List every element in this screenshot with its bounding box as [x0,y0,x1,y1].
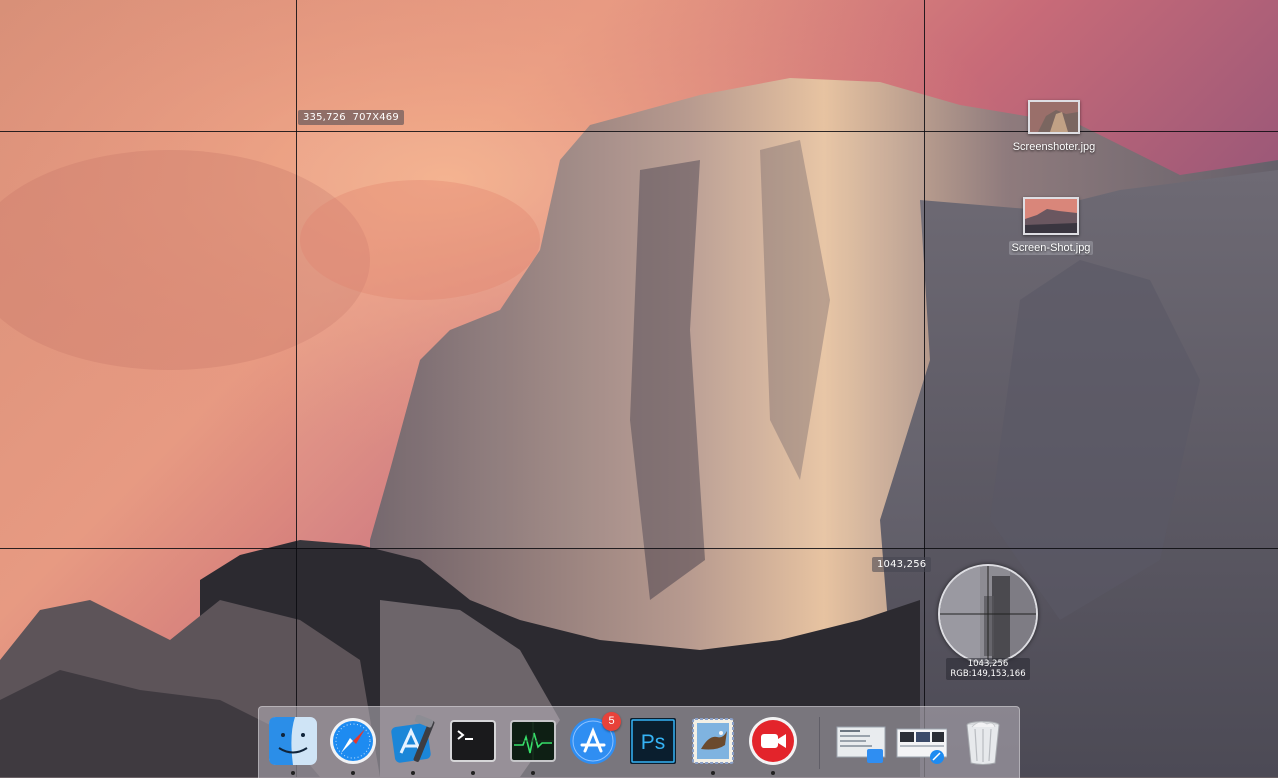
desktop-file-screen-shot[interactable]: Screen-Shot.jpg [1001,197,1101,256]
running-indicator [711,771,715,775]
selection-guide-right [924,0,925,777]
selection-size-label: 335,726 707X469 [298,110,404,125]
notification-badge: 5 [602,712,621,731]
xcode-icon [391,715,435,763]
trash-icon [966,721,1000,765]
desktop-file-label: Screenshoter.jpg [1012,141,1096,153]
dock-stack-downloads[interactable] [895,715,947,767]
running-indicator [471,771,475,775]
mail-icon [692,718,734,764]
record-icon [749,717,797,765]
selection-guide-bottom [0,548,1278,549]
safari-icon [330,718,376,764]
dock-app-xcode[interactable] [387,715,439,767]
cursor-coordinates-label: 1043,256 [872,557,932,572]
dock-app-mail[interactable] [687,715,739,767]
terminal-icon [450,720,496,762]
selection-guide-left [296,0,297,777]
dock-app-app-store[interactable]: 5 [567,712,621,767]
desktop-file-label: Screen-Shot.jpg [1008,241,1094,255]
magnifier-position: 1043,256 [967,659,1009,669]
dock-app-terminal[interactable] [447,715,499,767]
photoshop-icon-label: Ps [641,731,666,754]
capture-selection-area[interactable] [296,131,924,548]
documents-stack-icon [836,726,886,763]
magnifier-color-value: RGB:149,153,166 [950,669,1026,679]
running-indicator [291,771,295,775]
activity-monitor-icon [510,720,556,762]
dock-stack-documents[interactable] [835,715,887,767]
magnifier-loupe [938,564,1038,664]
magnified-pixels [940,566,1036,662]
desktop-file-screenshoter[interactable]: Screenshoter.jpg [1004,100,1104,155]
finder-icon [269,717,317,765]
dock-trash[interactable] [957,715,1009,767]
running-indicator [351,771,355,775]
dock-app-safari[interactable] [327,715,379,767]
magnifier-readout: 1043,256 RGB:149,153,166 [946,658,1030,680]
image-file-icon [1028,100,1080,134]
dock-app-finder[interactable] [267,715,319,767]
photoshop-icon: Ps [630,718,676,764]
running-indicator [411,771,415,775]
running-indicator [531,771,535,775]
dock-separator [819,717,820,769]
running-indicator [771,771,775,775]
dock-app-activity-monitor[interactable] [507,715,559,767]
dock-app-screen-recorder[interactable] [747,715,799,767]
dock-app-photoshop[interactable]: Ps [627,715,679,767]
image-file-icon [1023,197,1079,235]
dock: 5 Ps [258,706,1020,778]
downloads-stack-icon [896,728,947,764]
